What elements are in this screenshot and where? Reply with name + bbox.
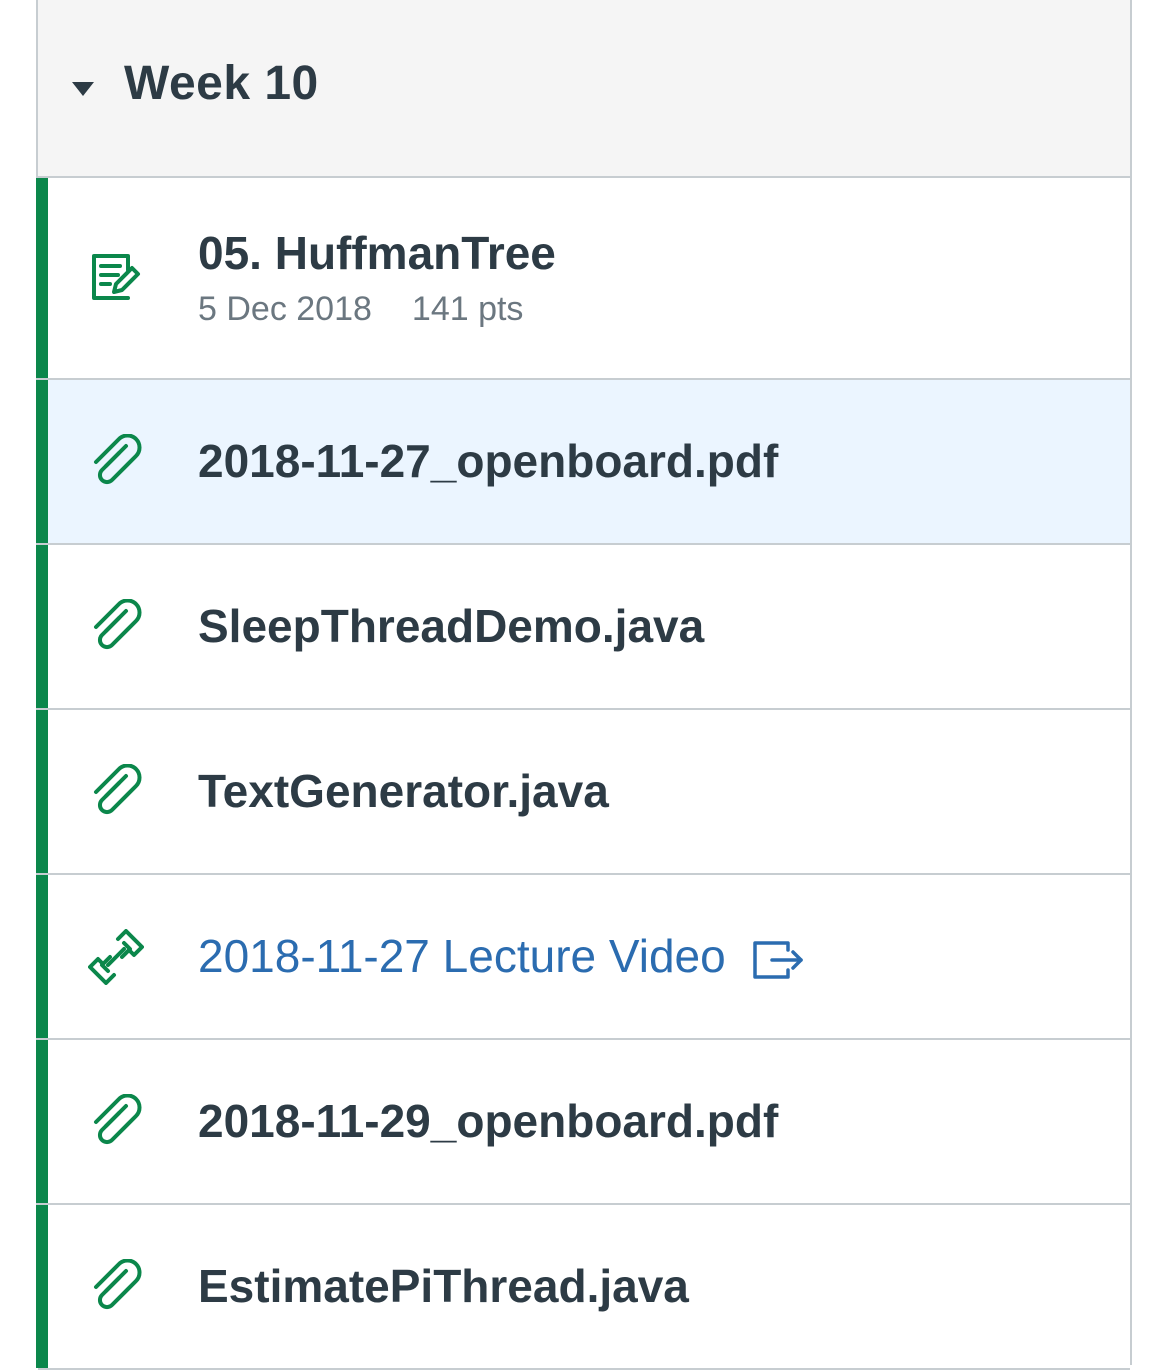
external-link-icon — [752, 941, 803, 979]
module-title: Week 10 — [124, 57, 319, 110]
published-bar — [36, 710, 48, 873]
item-title[interactable]: 2018-11-29_openboard.pdf — [198, 1094, 778, 1148]
published-bar — [36, 178, 48, 378]
published-bar — [36, 380, 48, 543]
item-title[interactable]: 05. HuffmanTree — [198, 226, 556, 280]
item-title[interactable]: SleepThreadDemo.java — [198, 599, 704, 653]
module-item-file[interactable]: 2018-11-27_openboard.pdf — [36, 380, 1130, 545]
due-date: 5 Dec 2018 — [198, 290, 372, 328]
published-bar — [36, 545, 48, 708]
item-title[interactable]: 2018-11-27 Lecture Video — [198, 929, 804, 983]
link-icon — [88, 929, 144, 985]
paperclip-icon — [94, 434, 142, 485]
paperclip-icon — [94, 1259, 142, 1310]
caret-down-icon[interactable] — [72, 82, 94, 96]
module-item-file[interactable]: SleepThreadDemo.java — [36, 545, 1130, 710]
paperclip-icon — [94, 764, 142, 815]
paperclip-icon — [94, 599, 142, 650]
item-title[interactable]: 2018-11-27_openboard.pdf — [198, 434, 778, 488]
module-item-file[interactable]: TextGenerator.java — [36, 710, 1130, 875]
published-bar — [36, 875, 48, 1038]
module-item-file[interactable]: 2018-11-29_openboard.pdf — [36, 1040, 1130, 1205]
published-bar — [36, 1040, 48, 1203]
module-item-file[interactable]: EstimatePiThread.java — [36, 1205, 1130, 1370]
module-header[interactable]: Week 10 — [38, 0, 1130, 178]
assignment-icon — [92, 254, 140, 300]
item-title[interactable]: EstimatePiThread.java — [198, 1259, 689, 1313]
item-link-text[interactable]: 2018-11-27 Lecture Video — [198, 930, 726, 982]
item-title[interactable]: TextGenerator.java — [198, 764, 609, 818]
module-item-external-url[interactable]: 2018-11-27 Lecture Video — [36, 875, 1130, 1040]
points: 141 pts — [411, 290, 524, 328]
item-meta: 5 Dec 2018 141 pts — [198, 290, 523, 329]
module-item-assignment[interactable]: 05. HuffmanTree 5 Dec 2018 141 pts — [36, 178, 1130, 380]
module-week-10: Week 10 05. HuffmanTree 5 Dec 2018 141 pt… — [36, 0, 1132, 1370]
published-bar — [36, 1205, 48, 1368]
paperclip-icon — [94, 1094, 142, 1145]
